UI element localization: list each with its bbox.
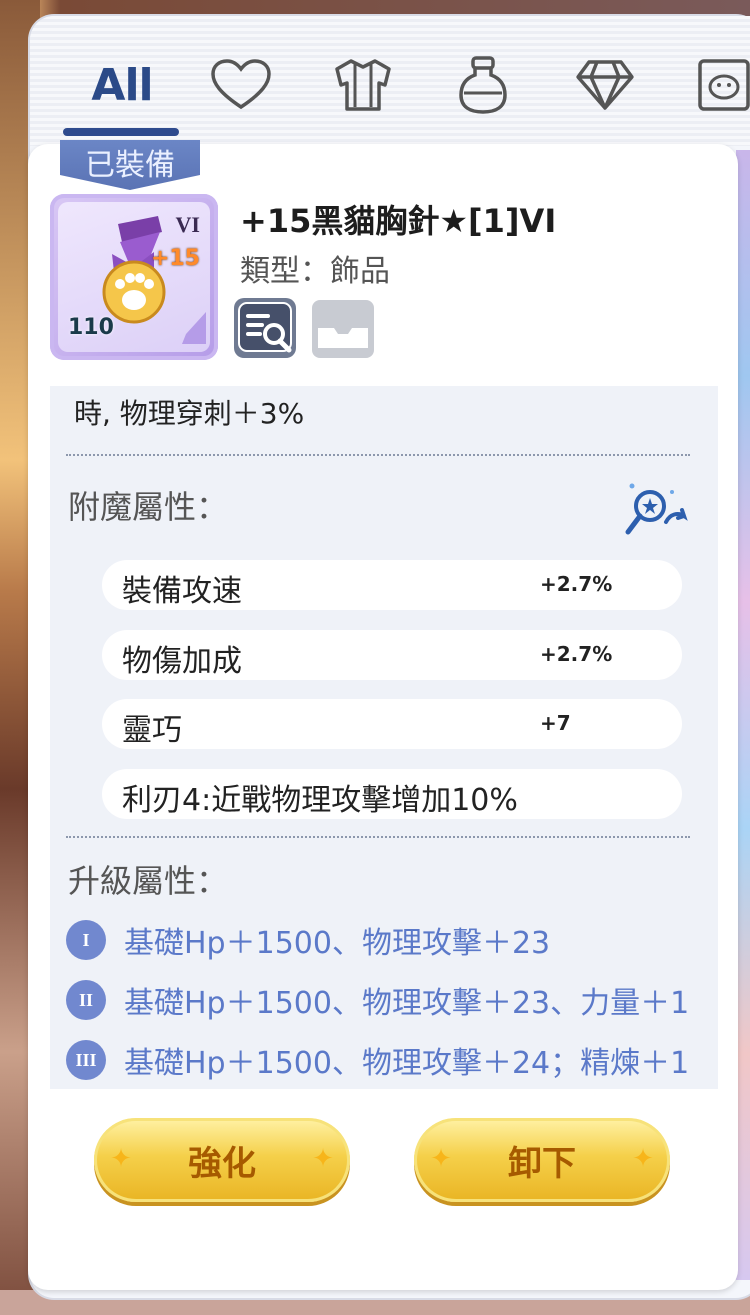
item-detail-button[interactable] bbox=[234, 298, 296, 358]
item-rank: VI bbox=[175, 212, 200, 237]
item-name: +15黑貓胸針★[1]VI bbox=[240, 202, 557, 240]
potion-icon bbox=[459, 56, 507, 114]
tab-consumables[interactable] bbox=[450, 50, 516, 120]
enchant-title: 附魔屬性： bbox=[68, 488, 229, 526]
unequip-button[interactable]: ✦ 卸下 ✦ bbox=[414, 1118, 670, 1202]
upgrade-text: 基礎Hp＋1500、物理攻擊＋23、力量＋1 bbox=[124, 986, 690, 1021]
unequip-button-label: 卸下 bbox=[508, 1143, 576, 1184]
tab-all[interactable]: All bbox=[64, 50, 180, 120]
item-enhance-level: +15 bbox=[150, 246, 200, 271]
stat-label: 物傷加成 bbox=[122, 644, 242, 679]
effect-line: 時, 物理穿刺＋3% bbox=[74, 397, 305, 430]
enchant-stat-row: 靈巧 +7 bbox=[102, 699, 682, 749]
stat-value: +2.7% bbox=[540, 642, 613, 666]
upgrade-stat-row: III 基礎Hp＋1500、物理攻擊＋24；精煉＋1 bbox=[66, 1038, 689, 1082]
enchant-stat-row: 裝備攻速 +2.7% bbox=[102, 560, 682, 610]
armor-icon bbox=[335, 59, 391, 111]
tab-active-indicator bbox=[63, 128, 179, 136]
item-level: 110 bbox=[68, 315, 114, 340]
tab-pets[interactable] bbox=[696, 50, 750, 120]
upgrade-stat-row: II 基礎Hp＋1500、物理攻擊＋23、力量＋1 bbox=[66, 978, 689, 1022]
enhance-button-label: 強化 bbox=[188, 1143, 256, 1184]
tier-badge: I bbox=[66, 920, 106, 960]
enchant-stat-row: 物傷加成 +2.7% bbox=[102, 630, 682, 680]
sparkle-icon: ✦ bbox=[632, 1144, 654, 1174]
tab-gems[interactable] bbox=[572, 50, 638, 120]
magnifier-list-icon bbox=[238, 302, 292, 353]
enchant-reroll-icon[interactable] bbox=[622, 478, 692, 540]
divider bbox=[66, 454, 690, 456]
stat-label: 利刃4:近戰物理攻擊增加10% bbox=[122, 783, 518, 818]
upgrade-stat-row: I 基礎Hp＋1500、物理攻擊＋23 bbox=[66, 918, 550, 962]
pet-icon bbox=[698, 59, 750, 111]
divider bbox=[66, 836, 690, 838]
tray-icon bbox=[318, 328, 368, 348]
sparkle-icon: ✦ bbox=[430, 1144, 452, 1174]
item-icon-frame: VI +15 110 bbox=[50, 194, 218, 360]
heart-icon bbox=[211, 59, 271, 110]
background-item-grid bbox=[736, 150, 750, 1280]
enhance-button[interactable]: ✦ 強化 ✦ bbox=[94, 1118, 350, 1202]
item-type: 類型：飾品 bbox=[240, 254, 390, 289]
tier-badge: III bbox=[66, 1040, 106, 1080]
tab-favorites[interactable] bbox=[208, 50, 274, 120]
upgrade-title: 升級屬性： bbox=[68, 862, 229, 900]
upgrade-text: 基礎Hp＋1500、物理攻擊＋24；精煉＋1 bbox=[124, 1046, 690, 1081]
tier-badge: II bbox=[66, 980, 106, 1020]
item-detail-scroll-area[interactable]: 時, 物理穿刺＋3% 附魔屬性： 裝備攻速 +2.7% 物傷加成 +2.7% 靈… bbox=[50, 386, 718, 1089]
storage-button[interactable] bbox=[312, 300, 374, 358]
stat-label: 靈巧 bbox=[122, 713, 182, 748]
stat-value: +2.7% bbox=[540, 572, 613, 596]
stat-value: +7 bbox=[540, 711, 571, 735]
sparkle-icon: ✦ bbox=[312, 1144, 334, 1174]
enchant-stat-row: 利刃4:近戰物理攻擊增加10% bbox=[102, 769, 682, 819]
diamond-icon bbox=[576, 60, 634, 110]
tab-armor[interactable] bbox=[330, 50, 396, 120]
upgrade-text: 基礎Hp＋1500、物理攻擊＋23 bbox=[124, 926, 551, 961]
sparkle-icon: ✦ bbox=[110, 1144, 132, 1174]
stat-label: 裝備攻速 bbox=[122, 574, 242, 609]
